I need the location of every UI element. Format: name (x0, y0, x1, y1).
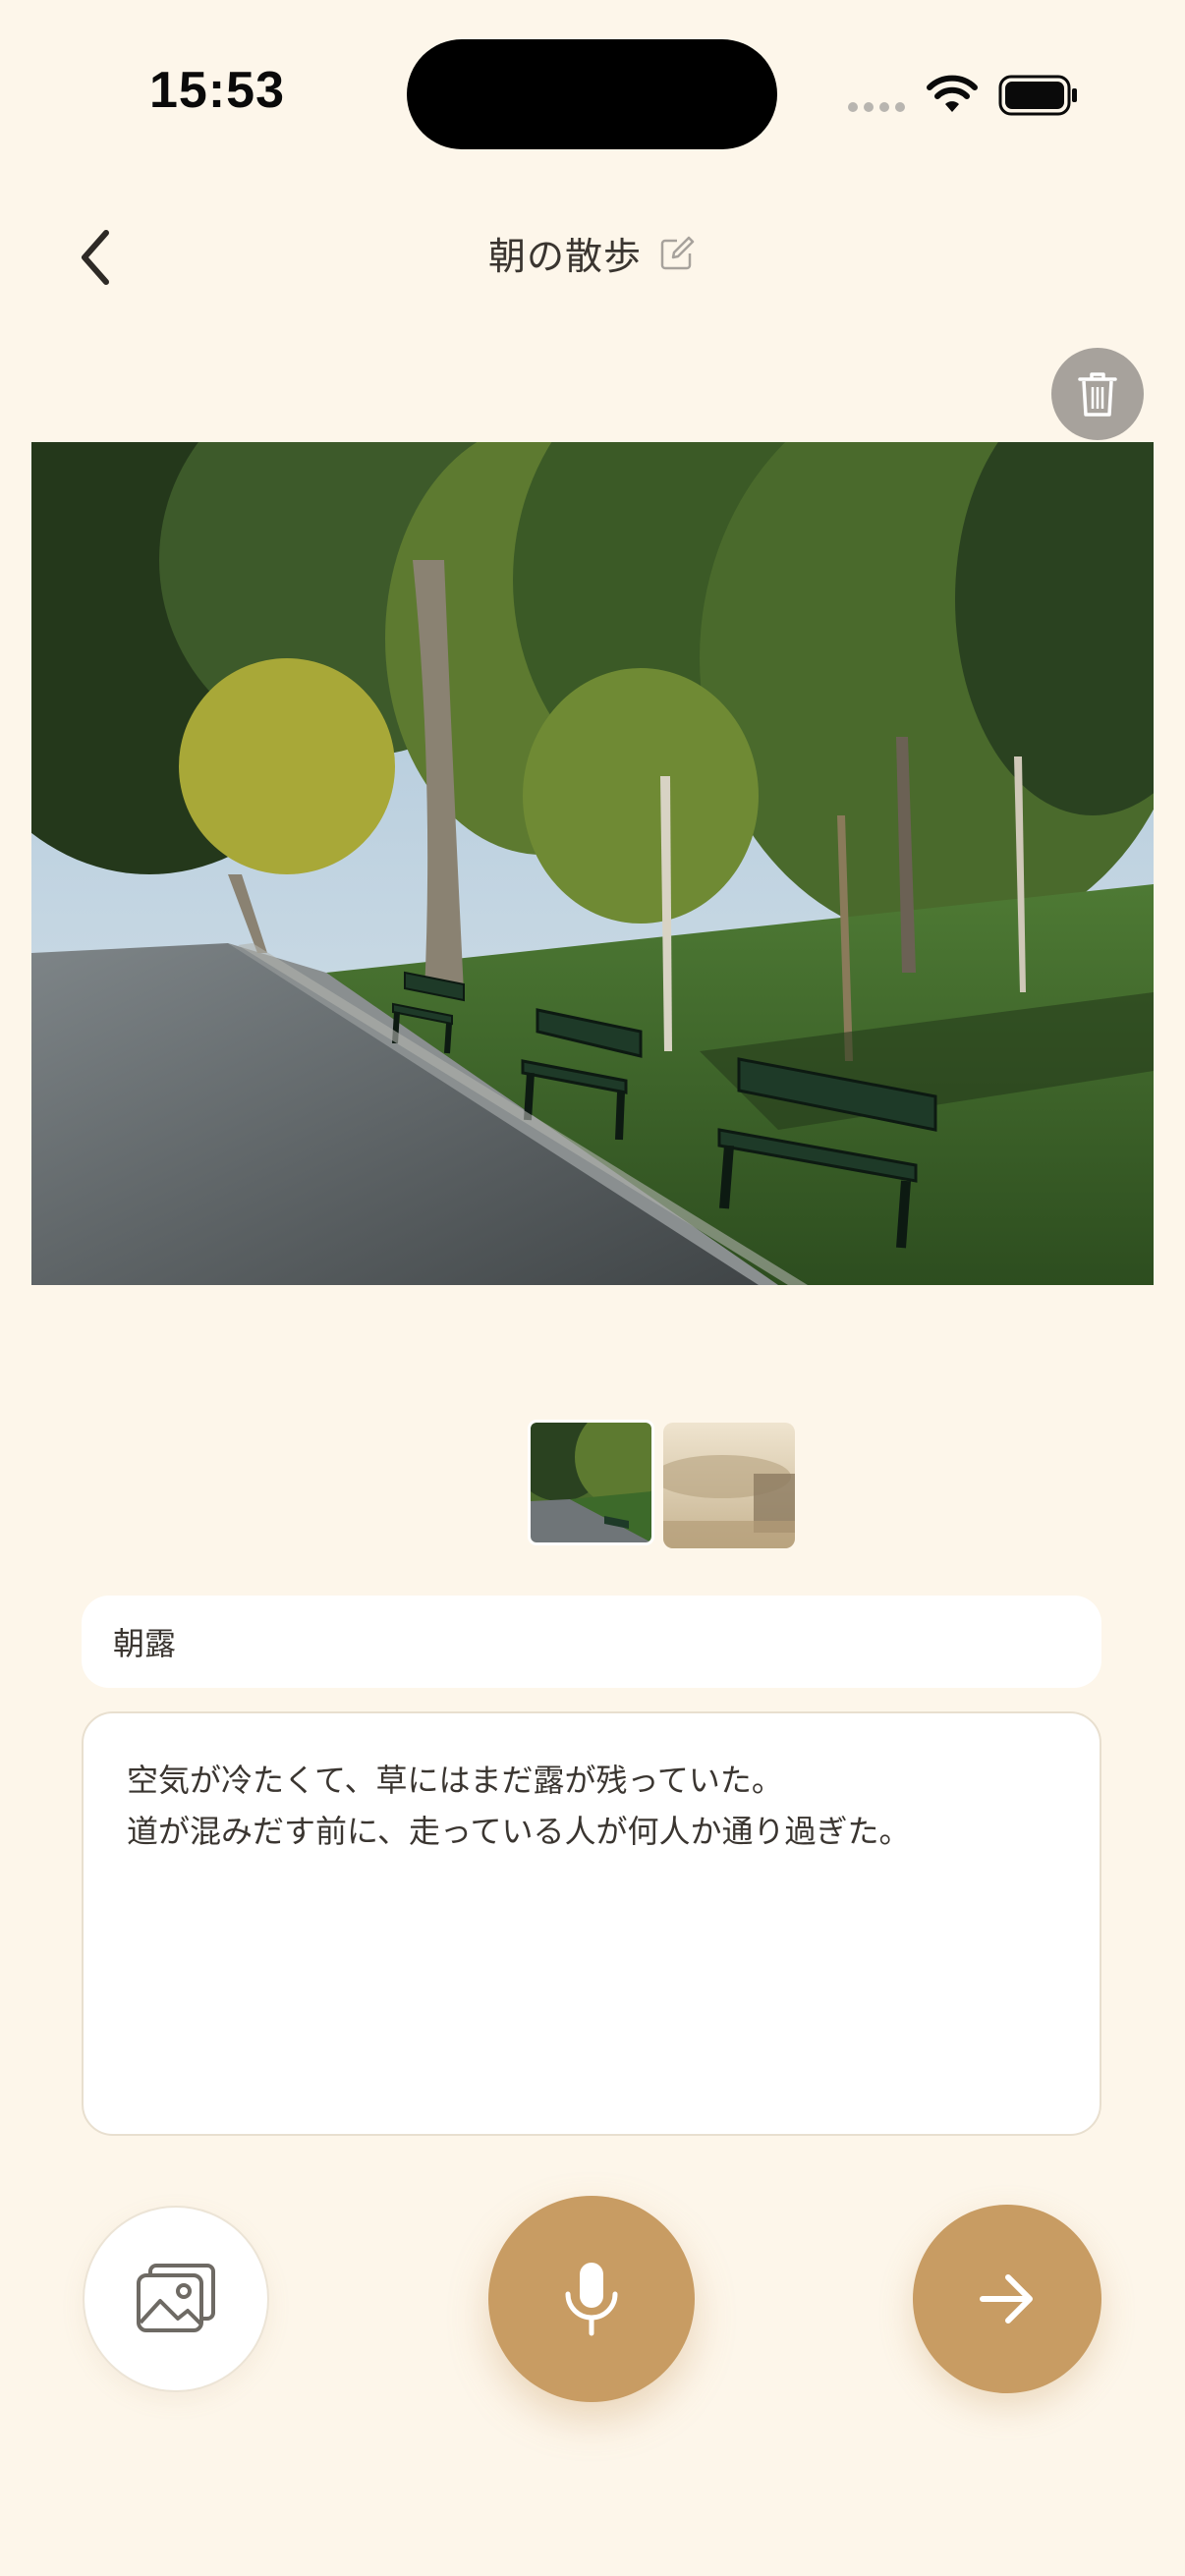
arrow-right-icon (980, 2274, 1033, 2324)
delete-photo-button[interactable] (1051, 348, 1144, 440)
thumbnail-misty-morning[interactable] (663, 1423, 795, 1548)
entry-title-field[interactable]: 朝露 (82, 1596, 1101, 1688)
thumbnail-park-benches[interactable] (528, 1420, 654, 1545)
dynamic-island (407, 39, 777, 149)
battery-icon (998, 75, 1077, 116)
thumbnail-strip (528, 1420, 795, 1548)
edit-icon[interactable] (657, 234, 697, 273)
status-time: 15:53 (149, 62, 285, 119)
page-title[interactable]: 朝の散歩 (488, 226, 642, 280)
next-button[interactable] (913, 2205, 1101, 2393)
wifi-icon (927, 75, 978, 112)
title-bar: 朝の散歩 (0, 226, 1185, 280)
main-photo[interactable] (31, 442, 1154, 1285)
entry-body-field[interactable]: 空気が冷たくて、草にはまだ露が残っていた。 道が混みだす前に、走っている人が何人… (82, 1711, 1101, 2136)
microphone-icon (565, 2263, 618, 2336)
entry-body-line: 道が混みだす前に、走っている人が何人か通り過ぎた。 (127, 1813, 911, 1850)
trash-icon (1078, 372, 1117, 417)
image-gallery-icon (137, 2264, 215, 2332)
add-photo-button[interactable] (83, 2206, 269, 2392)
cellular-signal-icon (848, 102, 905, 112)
voice-input-button[interactable] (488, 2196, 695, 2402)
entry-body-line: 空気が冷たくて、草にはまだ露が残っていた。 (127, 1762, 783, 1799)
